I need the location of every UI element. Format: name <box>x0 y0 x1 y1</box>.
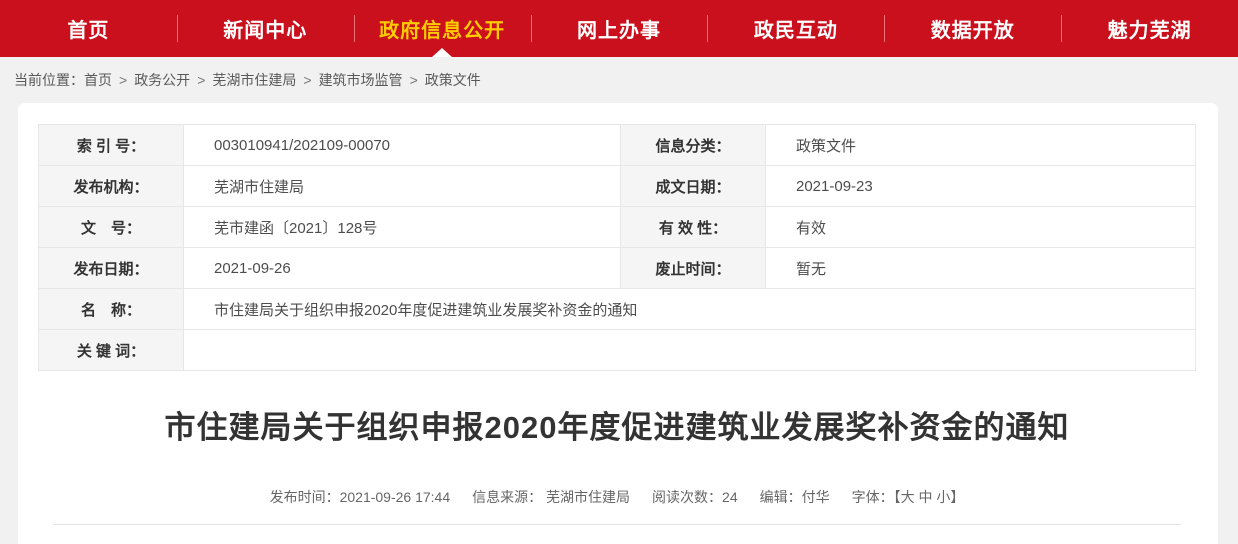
table-row: 索 引 号： 003010941/202109-00070 信息分类： 政策文件 <box>39 125 1196 166</box>
breadcrumb-item-gov-affairs[interactable]: 政务公开 <box>134 70 190 90</box>
breadcrumb-item-construction-market[interactable]: 建筑市场监管 <box>319 70 403 90</box>
publish-date-label: 发布日期： <box>39 248 184 289</box>
table-row: 发布机构： 芜湖市住建局 成文日期： 2021-09-23 <box>39 166 1196 207</box>
font-size-control: 字体：【大 中 小】 <box>852 487 965 507</box>
publish-time-text: 发布时间：2021-09-26 17:44 <box>270 487 451 507</box>
editor-text: 编辑：付华 <box>760 487 830 507</box>
table-row: 名 称： 市住建局关于组织申报2020年度促进建筑业发展奖补资金的通知 <box>39 289 1196 330</box>
font-size-bracket-open: 【 <box>894 489 901 505</box>
issuing-agency-label: 发布机构： <box>39 166 184 207</box>
top-nav: 首页 新闻中心 政府信息公开 网上办事 政民互动 数据开放 魅力芜湖 <box>0 0 1238 57</box>
written-date-label: 成文日期： <box>621 166 766 207</box>
doc-number-label: 文 号： <box>39 207 184 248</box>
table-row: 文 号： 芜市建函〔2021〕128号 有 效 性： 有效 <box>39 207 1196 248</box>
keywords-label: 关 键 词： <box>39 330 184 371</box>
breadcrumb: 当前位置： 首页 > 政务公开 > 芜湖市住建局 > 建筑市场监管 > 政策文件 <box>0 57 1238 103</box>
read-count-text: 阅读次数：24 <box>652 487 738 507</box>
breadcrumb-item-policy-documents: 政策文件 <box>425 70 481 90</box>
nav-item-charming-wuhu[interactable]: 魅力芜湖 <box>1061 0 1238 57</box>
article-meta-bar: 发布时间：2021-09-26 17:44 信息来源： 芜湖市住建局 阅读次数：… <box>38 487 1196 507</box>
issuing-agency-value: 芜湖市住建局 <box>184 166 621 207</box>
nav-item-news-center[interactable]: 新闻中心 <box>177 0 354 57</box>
info-category-label: 信息分类： <box>621 125 766 166</box>
breadcrumb-item-housing-bureau[interactable]: 芜湖市住建局 <box>212 70 296 90</box>
breadcrumb-separator: > <box>190 72 212 88</box>
font-size-medium-button[interactable]: 中 <box>919 489 933 505</box>
validity-value: 有效 <box>766 207 1196 248</box>
breadcrumb-item-home[interactable]: 首页 <box>84 70 112 90</box>
written-date-value: 2021-09-23 <box>766 166 1196 207</box>
font-size-small-button[interactable]: 小 <box>936 489 950 505</box>
document-info-table: 索 引 号： 003010941/202109-00070 信息分类： 政策文件… <box>38 124 1196 371</box>
nav-item-online-services[interactable]: 网上办事 <box>531 0 708 57</box>
active-tab-pointer-icon <box>432 48 452 57</box>
doc-number-value: 芜市建函〔2021〕128号 <box>184 207 621 248</box>
content-card: 索 引 号： 003010941/202109-00070 信息分类： 政策文件… <box>18 103 1218 544</box>
doc-name-value: 市住建局关于组织申报2020年度促进建筑业发展奖补资金的通知 <box>184 289 1196 330</box>
info-source-text: 信息来源： 芜湖市住建局 <box>472 487 630 507</box>
info-category-value: 政策文件 <box>766 125 1196 166</box>
doc-name-label: 名 称： <box>39 289 184 330</box>
font-size-label: 字体： <box>852 489 894 505</box>
nav-item-open-data[interactable]: 数据开放 <box>884 0 1061 57</box>
validity-label: 有 效 性： <box>621 207 766 248</box>
breadcrumb-prefix: 当前位置： <box>14 70 84 90</box>
breadcrumb-separator: > <box>112 72 134 88</box>
repeal-date-value: 暂无 <box>766 248 1196 289</box>
nav-item-home[interactable]: 首页 <box>0 0 177 57</box>
table-row: 发布日期： 2021-09-26 废止时间： 暂无 <box>39 248 1196 289</box>
breadcrumb-separator: > <box>403 72 425 88</box>
publish-date-value: 2021-09-26 <box>184 248 621 289</box>
nav-item-public-interaction[interactable]: 政民互动 <box>707 0 884 57</box>
table-row: 关 键 词： <box>39 330 1196 371</box>
keywords-value <box>184 330 1196 371</box>
font-size-bracket-close: 】 <box>950 489 964 505</box>
index-number-value: 003010941/202109-00070 <box>184 125 621 166</box>
page-title: 市住建局关于组织申报2020年度促进建筑业发展奖补资金的通知 <box>38 402 1196 447</box>
breadcrumb-separator: > <box>296 72 318 88</box>
repeal-date-label: 废止时间： <box>621 248 766 289</box>
index-number-label: 索 引 号： <box>39 125 184 166</box>
font-size-large-button[interactable]: 大 <box>901 489 915 505</box>
horizontal-divider <box>53 524 1181 525</box>
